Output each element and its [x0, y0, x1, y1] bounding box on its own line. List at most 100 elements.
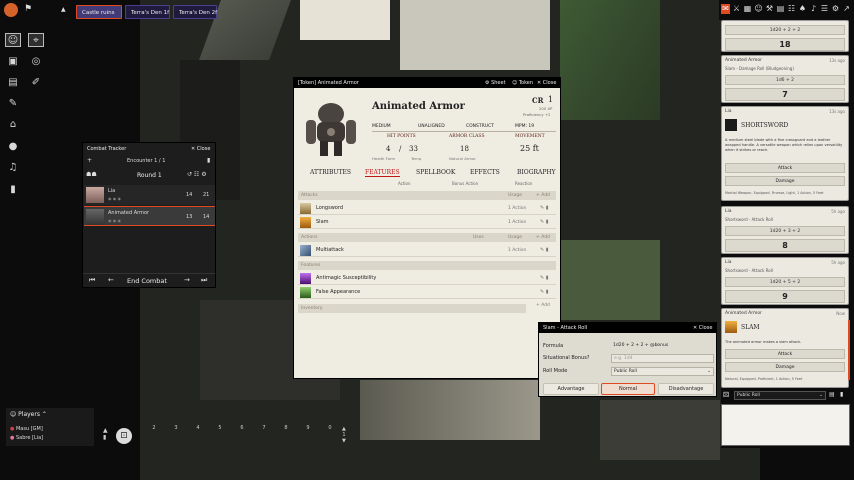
feature-item[interactable]: Antimagic Susceptibility ✎ ▮ [298, 272, 556, 285]
next-round-button[interactable]: ⏭ [201, 276, 207, 285]
item-edit-delete-icon[interactable]: ✎ ▮ [540, 202, 549, 215]
antimagic-icon[interactable] [300, 273, 311, 284]
chat-log[interactable]: 1d20 + 2 + 2 18 Animated Armor 13s ago S… [721, 20, 852, 448]
actor-portrait[interactable] [298, 94, 364, 160]
item-edit-delete-icon[interactable]: ✎ ▮ [540, 244, 549, 257]
scene-tab-terras-den-1f[interactable]: Terra's Den 1f [125, 5, 170, 19]
armor-class-value[interactable]: 18 [460, 145, 469, 153]
attack-button[interactable]: Attack [725, 163, 845, 173]
hotbar-slot[interactable]: 7 [254, 425, 274, 443]
add-action-button[interactable]: + Add [536, 233, 550, 242]
roll-all-icon[interactable]: ☗☗ [86, 171, 97, 178]
attack-button[interactable]: Attack [725, 349, 845, 359]
players-header[interactable]: ☺ Players ⌃ [10, 411, 47, 418]
actors-tab-icon[interactable]: ☺ [754, 4, 763, 14]
item-name[interactable]: False Appearance [316, 286, 360, 299]
type-value[interactable]: Construct [466, 124, 494, 129]
scene-nav-toggle-icon[interactable]: ▲ [61, 6, 66, 13]
feature-item[interactable]: Longsword 1 Action ✎ ▮ [298, 202, 556, 215]
draw-controls-icon[interactable]: ✎ [5, 97, 21, 111]
journal-tab-icon[interactable]: ▤ [776, 4, 785, 14]
settings-tab-icon[interactable]: ⚙ [831, 4, 840, 14]
add-feature-button[interactable]: + Add [536, 303, 550, 308]
roll-dialog-close-button[interactable]: ✕ Close [693, 323, 712, 333]
multiattack-icon[interactable] [300, 245, 311, 256]
hotbar-slot[interactable]: 8 [276, 425, 296, 443]
sound-controls-icon[interactable]: ♫ [5, 161, 21, 175]
roll-dialog-title-bar[interactable]: Slam - Attack Roll [539, 323, 716, 333]
movement-value[interactable]: 25 ft [520, 144, 539, 153]
item-name[interactable]: Antimagic Susceptibility [316, 272, 376, 285]
situational-bonus-input[interactable]: e.g. 1d4 [611, 354, 714, 363]
reaction-filter-label[interactable]: Reaction [515, 181, 532, 186]
export-log-icon[interactable]: ▤ [829, 391, 835, 398]
select-tool-icon[interactable]: ⌖ [28, 33, 44, 47]
hotbar-lock-icon[interactable]: ▲ ▮ [103, 427, 108, 441]
token-controls-icon[interactable]: ☺ [5, 33, 21, 47]
items-tab-icon[interactable]: ⚒ [765, 4, 774, 14]
roll-formula[interactable]: 1d20 + 3 + 2 [725, 226, 845, 236]
reset-initiative-icon[interactable]: ↺ ☷ ⚙ [187, 171, 207, 178]
cards-tab-icon[interactable]: ♠ [798, 4, 807, 14]
size-value[interactable]: Medium [372, 124, 391, 129]
hotbar-slot[interactable]: 3 [166, 425, 186, 443]
combatant-controls-icon[interactable]: ◉ ◉ ◉ [108, 196, 121, 201]
scene-tab-terras-den-2f[interactable]: Terra's Den 2f [173, 5, 217, 19]
sheet-close-button[interactable]: ✕ Close [537, 78, 556, 88]
tiles-controls-icon[interactable]: ▣ [5, 55, 21, 69]
damage-button[interactable]: Damage [725, 362, 845, 372]
chat-tab-icon[interactable]: ✉ [721, 4, 730, 14]
item-edit-delete-icon[interactable]: ✎ ▮ [540, 272, 549, 285]
sheet-config-button[interactable]: ⚙ Sheet [485, 78, 506, 88]
playlists-tab-icon[interactable]: ♪ [809, 4, 818, 14]
clear-log-icon[interactable]: ▮ [840, 391, 843, 398]
ruler-icon[interactable]: ✐ [28, 76, 44, 90]
tab-features[interactable]: Features [365, 169, 400, 177]
previous-turn-button[interactable]: ← [108, 276, 114, 284]
chat-message-input[interactable] [721, 404, 850, 446]
item-card-title[interactable]: Slam [741, 324, 760, 331]
item-name[interactable]: Slam [316, 216, 329, 229]
scene-tab-castle-ruins[interactable]: Castle ruins [76, 5, 122, 19]
alignment-value[interactable]: Unaligned [418, 124, 445, 129]
disadvantage-button[interactable]: Disadvantage [658, 383, 714, 395]
action-filter-label[interactable]: Action [398, 181, 411, 186]
hotbar-slot[interactable]: 5 [210, 425, 230, 443]
actor-name[interactable]: Animated Armor [372, 101, 465, 112]
normal-button[interactable]: Normal [601, 383, 655, 395]
roll-total[interactable]: 8 [725, 239, 845, 252]
tab-attributes[interactable]: Attributes [310, 169, 351, 176]
false-appearance-icon[interactable] [300, 287, 311, 298]
feature-item[interactable]: False Appearance ✎ ▮ [298, 286, 556, 299]
combatant-row-animated-armor[interactable]: Animated Armor ◉ ◉ ◉ 13 14 [84, 206, 215, 226]
advantage-button[interactable]: Advantage [543, 383, 599, 395]
notes-controls-icon[interactable]: ⌂ [5, 118, 21, 132]
end-combat-button[interactable]: End Combat [127, 277, 167, 285]
longsword-icon[interactable] [300, 203, 311, 214]
hotbar-slot[interactable]: 9 [298, 425, 318, 443]
tab-spellbook[interactable]: Spellbook [416, 169, 455, 176]
chat-scrollbar[interactable] [848, 320, 850, 380]
delete-encounter-icon[interactable]: ▮ [207, 157, 210, 164]
item-name[interactable]: Multiattack [316, 244, 344, 257]
scenes-tab-icon[interactable]: ▦ [743, 4, 752, 14]
hp-current[interactable]: 4 [386, 145, 390, 153]
combat-close-button[interactable]: ✕ Close [191, 146, 210, 152]
feature-item[interactable]: Slam 1 Action ✎ ▮ [298, 216, 556, 229]
hotbar-slot[interactable]: 0 [320, 425, 340, 443]
combat-tab-icon[interactable]: ⚔ [732, 4, 741, 14]
lighting-controls-icon[interactable]: ● [5, 140, 21, 154]
roll-formula[interactable]: 1d6 + 2 [725, 75, 845, 85]
hotbar-page-control[interactable]: ▲ 1 ▼ [342, 426, 346, 444]
tables-tab-icon[interactable]: ☷ [787, 4, 796, 14]
compendium-tab-icon[interactable]: ☰ [820, 4, 829, 14]
hp-max[interactable]: 33 [409, 145, 418, 153]
drawing-controls-icon[interactable]: ▤ [5, 76, 21, 90]
hotbar-slot[interactable]: 2 [144, 425, 164, 443]
roll-formula[interactable]: 1d20 + 2 + 2 [725, 25, 845, 35]
damage-button[interactable]: Damage [725, 176, 845, 186]
journal-notes-icon[interactable]: ▮ [5, 183, 21, 197]
roll-mode-select[interactable]: Public Roll ⌄ [611, 367, 714, 376]
next-turn-button[interactable]: → [184, 276, 190, 284]
item-edit-delete-icon[interactable]: ✎ ▮ [540, 216, 549, 229]
